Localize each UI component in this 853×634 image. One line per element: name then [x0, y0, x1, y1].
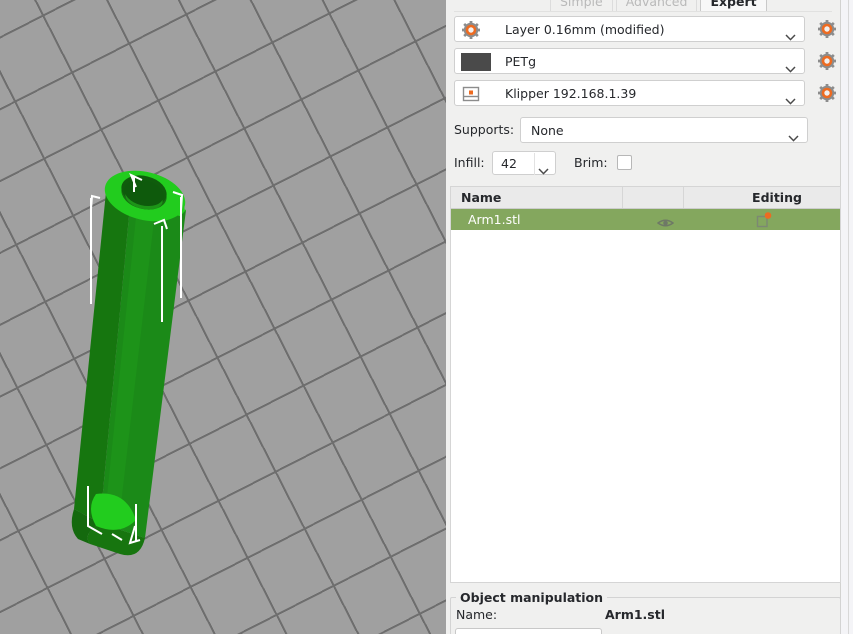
print-settings-value: Layer 0.16mm (modified)	[505, 17, 664, 43]
printer-icon	[462, 85, 480, 103]
filament-value: PETg	[505, 49, 536, 75]
filament-settings-row: PETg	[454, 48, 832, 74]
object-list[interactable]: Name Editing Arm1.stl	[450, 186, 841, 583]
infill-combo[interactable]: 42	[492, 151, 556, 175]
filament-swatch-icon	[461, 53, 491, 71]
3d-viewport[interactable]	[0, 0, 446, 634]
panel-right-gutter	[841, 0, 853, 634]
printer-settings-row: Klipper 192.168.1.39	[454, 80, 832, 106]
edit-filament-settings-gear-icon[interactable]	[818, 52, 836, 70]
infill-label: Infill:	[454, 151, 485, 175]
print-settings-combo[interactable]: Layer 0.16mm (modified)	[454, 16, 805, 42]
print-settings-cog-icon	[462, 21, 480, 39]
printer-combo[interactable]: Klipper 192.168.1.39	[454, 80, 805, 106]
prusaslicer-window: Simple Advanced Expert	[0, 0, 853, 634]
chevron-down-icon	[785, 90, 796, 97]
panel-right-edge-line	[848, 0, 849, 634]
infill-value: 42	[501, 152, 517, 176]
supports-label: Supports:	[454, 117, 514, 143]
infill-combo-separator	[534, 153, 535, 175]
object-list-header: Name Editing	[451, 187, 840, 209]
object-manipulation-panel: Object manipulation Name: Arm1.stl	[450, 590, 841, 634]
column-divider-1[interactable]	[622, 187, 623, 208]
column-divider-2[interactable]	[683, 187, 684, 208]
table-row[interactable]: Arm1.stl	[451, 209, 840, 230]
layers-edit-icon[interactable]	[756, 212, 772, 228]
filament-combo[interactable]: PETg	[454, 48, 805, 74]
print-settings-row: Layer 0.16mm (modified)	[454, 16, 832, 42]
mode-tab-row: Simple Advanced Expert	[550, 0, 767, 11]
tab-expert[interactable]: Expert	[700, 0, 766, 11]
chevron-down-icon	[788, 127, 799, 134]
object-name-value: Arm1.stl	[605, 607, 665, 622]
model-arm1[interactable]	[60, 168, 190, 568]
chevron-down-icon	[785, 26, 796, 33]
column-header-name[interactable]: Name	[461, 187, 501, 208]
object-name-input[interactable]	[455, 628, 602, 634]
object-name-label: Name:	[456, 607, 497, 622]
chevron-down-icon	[538, 160, 549, 167]
infill-brim-row: Infill: 42 Brim:	[454, 151, 832, 175]
edit-printer-settings-gear-icon[interactable]	[818, 84, 836, 102]
object-list-row-name: Arm1.stl	[468, 209, 520, 230]
object-manipulation-title: Object manipulation	[456, 590, 607, 605]
printer-value: Klipper 192.168.1.39	[505, 81, 636, 107]
brim-checkbox[interactable]	[617, 155, 632, 170]
supports-value: None	[531, 118, 564, 144]
edit-print-settings-gear-icon[interactable]	[818, 20, 836, 38]
chevron-down-icon	[785, 58, 796, 65]
brim-label: Brim:	[574, 151, 608, 175]
supports-row: Supports: None	[454, 117, 832, 143]
supports-combo[interactable]: None	[520, 117, 808, 143]
eye-icon[interactable]	[657, 214, 674, 226]
column-header-editing[interactable]: Editing	[713, 187, 841, 208]
model-arm1-mesh	[60, 168, 190, 568]
tab-advanced[interactable]: Advanced	[616, 0, 698, 11]
tab-simple[interactable]: Simple	[550, 0, 613, 11]
